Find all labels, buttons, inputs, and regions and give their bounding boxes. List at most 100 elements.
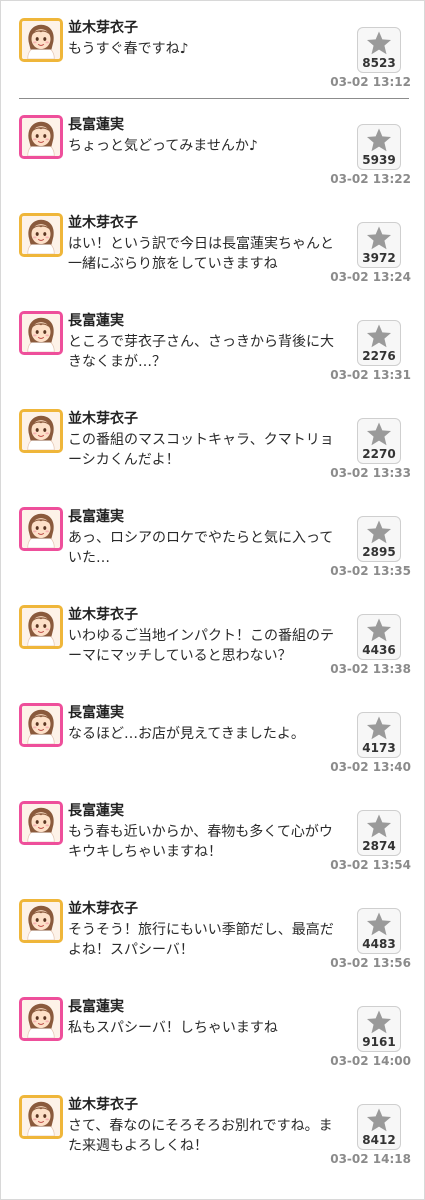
favorite-button[interactable]: 8523 <box>357 27 401 73</box>
avatar-portrait <box>22 21 60 59</box>
author-name: 長富蓮実 <box>68 117 124 133</box>
timeline-post: 並木芽衣子 もうすぐ春ですね♪ 8523 03-02 13:12 <box>0 5 425 97</box>
namiki-meiko-avatar[interactable] <box>19 18 63 62</box>
post-text: もうすぐ春ですね♪ <box>68 41 189 57</box>
post-text: 私もスパシーバ！しちゃいますね <box>68 1020 278 1036</box>
post-text: はい！という訳で今日は長富蓮実ちゃんと一緒にぶらり旅をしていきますね <box>68 236 334 272</box>
post-timestamp: 03-02 13:24 <box>330 270 411 284</box>
timeline-post: 並木芽衣子 いわゆるご当地インパクト！この番組のテーマにマッチしていると思わない… <box>0 592 425 684</box>
avatar-portrait <box>22 314 60 352</box>
post-text: ちょっと気どってみませんか♪ <box>68 138 258 154</box>
author-name: 並木芽衣子 <box>68 411 138 427</box>
favorite-button[interactable]: 2276 <box>357 320 401 366</box>
favorite-button[interactable]: 5939 <box>357 124 401 170</box>
favorite-button[interactable]: 2895 <box>357 516 401 562</box>
nagatomi-hasumi-avatar[interactable] <box>19 801 63 845</box>
star-icon <box>367 1010 391 1034</box>
post-text: ところで芽衣子さん、さっきから背後に大きなくまが…？ <box>68 334 334 370</box>
namiki-meiko-avatar[interactable] <box>19 409 63 453</box>
nagatomi-hasumi-avatar[interactable] <box>19 507 63 551</box>
post-timestamp: 03-02 13:38 <box>330 662 411 676</box>
post-text: そうそう！旅行にもいい季節だし、最高だよね！スパシーバ！ <box>68 922 334 958</box>
author-name: 長富蓮実 <box>68 313 124 329</box>
favorite-button[interactable]: 4173 <box>357 712 401 758</box>
avatar-portrait <box>22 118 60 156</box>
favorite-button[interactable]: 2874 <box>357 810 401 856</box>
post-text: この番組のマスコットキャラ、クマトリョーシカくんだよ！ <box>68 432 334 468</box>
namiki-meiko-avatar[interactable] <box>19 1095 63 1139</box>
favorite-count: 4483 <box>362 937 396 951</box>
favorite-count: 2270 <box>362 447 396 461</box>
favorite-count: 4436 <box>362 643 396 657</box>
timeline-post: 長富蓮実 なるほど…お店が見えてきましたよ。 4173 03-02 13:40 <box>0 690 425 782</box>
favorite-count: 9161 <box>362 1035 396 1049</box>
favorite-count: 4173 <box>362 741 396 755</box>
namiki-meiko-avatar[interactable] <box>19 899 63 943</box>
post-timestamp: 03-02 13:33 <box>330 466 411 480</box>
favorite-button[interactable]: 8412 <box>357 1104 401 1150</box>
star-icon <box>367 31 391 55</box>
favorite-count: 8412 <box>362 1133 396 1147</box>
post-text: あっ、ロシアのロケでやたらと気に入っていた… <box>68 530 334 566</box>
timeline-post: 長富蓮実 ちょっと気どってみませんか♪ 5939 03-02 13:22 <box>0 102 425 194</box>
avatar-portrait <box>22 902 60 940</box>
post-timestamp: 03-02 14:18 <box>330 1152 411 1166</box>
post-text: なるほど…お店が見えてきましたよ。 <box>68 726 305 742</box>
avatar-portrait <box>22 706 60 744</box>
author-name: 並木芽衣子 <box>68 901 138 917</box>
post-timestamp: 03-02 13:56 <box>330 956 411 970</box>
post-timestamp: 03-02 13:54 <box>330 858 411 872</box>
post-text: さて、春なのにそろそろお別れですね。また来週もよろしくね！ <box>68 1118 333 1154</box>
nagatomi-hasumi-avatar[interactable] <box>19 997 63 1041</box>
favorite-count: 2874 <box>362 839 396 853</box>
favorite-button[interactable]: 2270 <box>357 418 401 464</box>
star-icon <box>367 1108 391 1132</box>
nagatomi-hasumi-avatar[interactable] <box>19 311 63 355</box>
post-timestamp: 03-02 13:31 <box>330 368 411 382</box>
timeline-post: 並木芽衣子 そうそう！旅行にもいい季節だし、最高だよね！スパシーバ！ 4483 … <box>0 886 425 978</box>
post-timestamp: 03-02 13:40 <box>330 760 411 774</box>
author-name: 長富蓮実 <box>68 999 124 1015</box>
avatar-portrait <box>22 1000 60 1038</box>
timeline-post: 長富蓮実 ところで芽衣子さん、さっきから背後に大きなくまが…？ 2276 03-… <box>0 298 425 390</box>
nagatomi-hasumi-avatar[interactable] <box>19 115 63 159</box>
timeline-post: 長富蓮実 あっ、ロシアのロケでやたらと気に入っていた… 2895 03-02 1… <box>0 494 425 586</box>
star-icon <box>367 912 391 936</box>
post-timestamp: 03-02 13:22 <box>330 172 411 186</box>
timeline-post: 並木芽衣子 この番組のマスコットキャラ、クマトリョーシカくんだよ！ 2270 0… <box>0 396 425 488</box>
favorite-count: 2895 <box>362 545 396 559</box>
star-icon <box>367 716 391 740</box>
author-name: 長富蓮実 <box>68 705 124 721</box>
favorite-button[interactable]: 4436 <box>357 614 401 660</box>
avatar-portrait <box>22 1098 60 1136</box>
favorite-count: 8523 <box>362 56 396 70</box>
author-name: 並木芽衣子 <box>68 20 138 36</box>
favorite-button[interactable]: 4483 <box>357 908 401 954</box>
author-name: 並木芽衣子 <box>68 1097 138 1113</box>
timeline-post: 長富蓮実 もう春も近いからか、春物も多くて心がウキウキしちゃいますね！ 2874… <box>0 788 425 880</box>
post-timestamp: 03-02 13:12 <box>330 75 411 89</box>
post-text: もう春も近いからか、春物も多くて心がウキウキしちゃいますね！ <box>68 824 333 860</box>
star-icon <box>367 324 391 348</box>
avatar-portrait <box>22 510 60 548</box>
timeline-post: 並木芽衣子 さて、春なのにそろそろお別れですね。また来週もよろしくね！ 8412… <box>0 1082 425 1174</box>
star-icon <box>367 618 391 642</box>
avatar-portrait <box>22 804 60 842</box>
star-icon <box>367 814 391 838</box>
favorite-count: 2276 <box>362 349 396 363</box>
favorite-button[interactable]: 9161 <box>357 1006 401 1052</box>
timeline-post: 長富蓮実 私もスパシーバ！しちゃいますね 9161 03-02 14:00 <box>0 984 425 1076</box>
avatar-portrait <box>22 412 60 450</box>
namiki-meiko-avatar[interactable] <box>19 213 63 257</box>
favorite-count: 5939 <box>362 153 396 167</box>
star-icon <box>367 128 391 152</box>
favorite-button[interactable]: 3972 <box>357 222 401 268</box>
namiki-meiko-avatar[interactable] <box>19 605 63 649</box>
star-icon <box>367 520 391 544</box>
author-name: 長富蓮実 <box>68 509 124 525</box>
post-timestamp: 03-02 13:35 <box>330 564 411 578</box>
timeline-post: 並木芽衣子 はい！という訳で今日は長富蓮実ちゃんと一緒にぶらり旅をしていきますね… <box>0 200 425 292</box>
nagatomi-hasumi-avatar[interactable] <box>19 703 63 747</box>
favorite-count: 3972 <box>362 251 396 265</box>
author-name: 並木芽衣子 <box>68 215 138 231</box>
